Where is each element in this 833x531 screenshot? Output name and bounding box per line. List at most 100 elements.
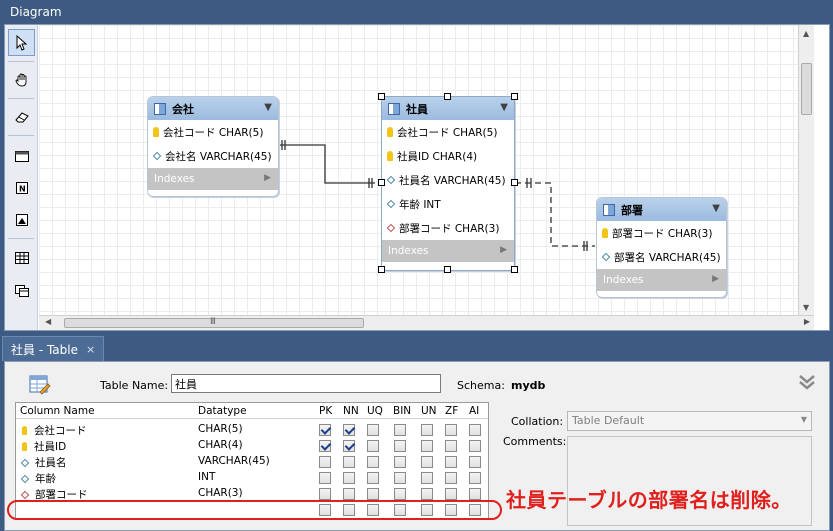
nn-checkbox[interactable] [343,456,355,468]
ai-checkbox[interactable] [469,456,481,468]
header-pk[interactable]: PK [319,405,332,417]
table-row[interactable]: 年齢 INT [16,470,488,486]
uq-checkbox[interactable] [367,424,379,436]
entity-column[interactable]: 会社コード CHAR(5) [382,120,514,144]
view-tool-icon[interactable] [8,277,35,304]
header-zf[interactable]: ZF [445,405,458,417]
entity-busho[interactable]: 部署 ▼ 部署コード CHAR(3) 部署名 VARCHAR(45) Index… [596,197,727,298]
chevron-down-icon[interactable]: ▼ [500,102,508,113]
entity-shain[interactable]: 社員 ▼ 会社コード CHAR(5) 社員ID CHAR(4) 社員名 VARC… [381,96,515,271]
nn-checkbox[interactable] [343,488,355,500]
entity-column[interactable]: 会社コード CHAR(5) [148,120,278,144]
zf-checkbox[interactable] [445,440,457,452]
scroll-thumb[interactable]: III [64,317,364,328]
uq-checkbox[interactable] [367,472,379,484]
entity-column[interactable]: 部署コード CHAR(3) [597,221,726,245]
un-checkbox[interactable] [421,424,433,436]
vertical-scrollbar[interactable]: ▲ ▼ [798,25,814,315]
datatype-cell[interactable]: CHAR(3) [198,487,243,499]
header-nn[interactable]: NN [343,405,359,417]
table-row[interactable]: 社員ID CHAR(4) [16,438,488,454]
table-row[interactable]: 会社コード CHAR(5) [16,422,488,438]
indexes-bar[interactable]: Indexes ▶ [597,269,726,291]
nn-checkbox[interactable] [343,440,355,452]
scroll-left-icon[interactable]: ◀ [45,317,51,326]
scroll-thumb[interactable] [801,63,812,115]
un-checkbox[interactable] [421,440,433,452]
pointer-tool-icon[interactable] [8,29,35,56]
horizontal-scrollbar[interactable]: ◀ III ▶ [39,315,814,330]
header-column-name[interactable]: Column Name [20,405,95,417]
header-datatype[interactable]: Datatype [198,405,247,417]
scroll-down-icon[interactable]: ▼ [803,303,809,312]
chevron-down-icon[interactable]: ▼ [801,415,807,424]
note-tool-icon[interactable]: N [8,174,35,201]
pk-checkbox[interactable] [319,472,331,484]
un-checkbox[interactable] [421,488,433,500]
bin-checkbox[interactable] [394,472,406,484]
entity-column[interactable]: 部署コード CHAR(3) [382,216,514,240]
table-name-input[interactable]: 社員 [171,374,441,393]
resize-handle[interactable] [378,179,385,186]
image-tool-icon[interactable] [8,206,35,233]
header-ai[interactable]: AI [469,405,479,417]
scroll-right-icon[interactable]: ▶ [804,317,810,326]
column-name-cell[interactable]: 会社コード [34,423,87,438]
un-checkbox[interactable] [421,456,433,468]
resize-handle[interactable] [378,266,385,273]
bin-checkbox[interactable] [394,424,406,436]
ai-checkbox[interactable] [469,472,481,484]
column-name-cell[interactable]: 社員名 [35,455,67,470]
header-un[interactable]: UN [421,405,437,417]
entity-column[interactable]: 社員名 VARCHAR(45) [382,168,514,192]
entity-header[interactable]: 社員 ▼ [382,97,514,120]
nn-checkbox[interactable] [343,472,355,484]
un-checkbox[interactable] [421,472,433,484]
zf-checkbox[interactable] [445,456,457,468]
column-name-cell[interactable]: 社員ID [34,439,66,454]
pk-checkbox[interactable] [319,488,331,500]
entity-column[interactable]: 年齢 INT [382,192,514,216]
resize-handle[interactable] [444,266,451,273]
bin-checkbox[interactable] [394,440,406,452]
nn-checkbox[interactable] [343,424,355,436]
layer-tool-icon[interactable] [8,142,35,169]
resize-handle[interactable] [378,93,385,100]
table-row[interactable]: 社員名 VARCHAR(45) [16,454,488,470]
entity-column[interactable]: 部署名 VARCHAR(45) [597,245,726,269]
pk-checkbox[interactable] [319,456,331,468]
entity-header[interactable]: 会社 ▼ [148,97,278,120]
datatype-cell[interactable]: CHAR(5) [198,423,243,435]
header-bin[interactable]: BIN [393,405,411,417]
close-icon[interactable]: × [86,343,95,356]
zf-checkbox[interactable] [445,488,457,500]
datatype-cell[interactable]: CHAR(4) [198,439,243,451]
scroll-up-icon[interactable]: ▲ [803,29,809,38]
expand-arrow-icon[interactable]: ▶ [500,245,507,255]
header-uq[interactable]: UQ [367,405,383,417]
pk-checkbox[interactable] [319,424,331,436]
uq-checkbox[interactable] [367,488,379,500]
zf-checkbox[interactable] [445,472,457,484]
tab-shain-table[interactable]: 社員 - Table × [2,336,105,361]
chevron-down-icon[interactable]: ▼ [264,102,272,113]
entity-header[interactable]: 部署 ▼ [597,198,726,221]
zf-checkbox[interactable] [445,424,457,436]
ai-checkbox[interactable] [469,488,481,500]
resize-handle[interactable] [511,93,518,100]
resize-handle[interactable] [511,266,518,273]
expand-arrow-icon[interactable]: ▶ [264,173,271,183]
indexes-bar[interactable]: Indexes ▶ [148,168,278,190]
uq-checkbox[interactable] [367,440,379,452]
table-tool-icon[interactable] [8,244,35,271]
column-name-cell[interactable]: 年齢 [35,471,56,486]
entity-column[interactable]: 会社名 VARCHAR(45) [148,144,278,168]
bin-checkbox[interactable] [394,456,406,468]
entity-kaisha[interactable]: 会社 ▼ 会社コード CHAR(5) 会社名 VARCHAR(45) Index… [147,96,279,197]
chevron-down-icon[interactable]: ▼ [712,203,720,214]
expand-arrow-icon[interactable]: ▶ [712,274,719,284]
uq-checkbox[interactable] [367,456,379,468]
ai-checkbox[interactable] [469,424,481,436]
ai-checkbox[interactable] [469,440,481,452]
collapse-chevron-icon[interactable] [797,372,817,392]
